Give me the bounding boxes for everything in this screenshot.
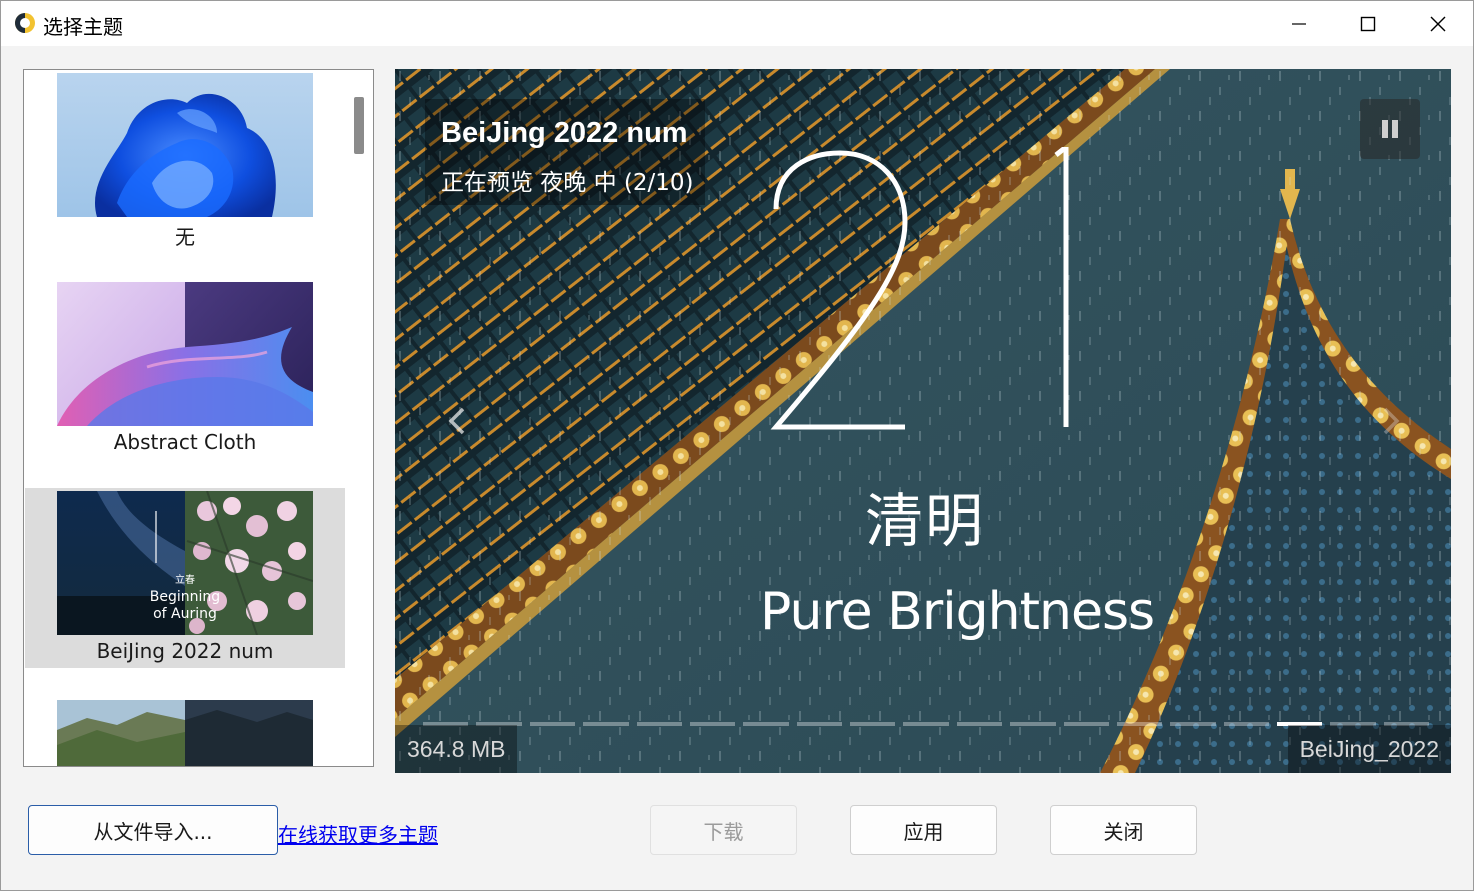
progress-segment[interactable] <box>636 722 682 726</box>
theme-item-abstract-cloth[interactable]: Abstract Cloth <box>25 279 345 459</box>
theme-folder-name: BeiJing_2022 <box>1287 725 1451 773</box>
minimize-icon <box>1292 22 1306 25</box>
theme-size: 364.8 MB <box>395 725 518 773</box>
app-icon <box>15 13 35 33</box>
thumbnail-text-cn: 立春 <box>175 573 195 586</box>
theme-label: Abstract Cloth <box>113 430 257 454</box>
theme-label: 无 <box>175 225 195 249</box>
slide-progress <box>423 722 1430 726</box>
progress-segment[interactable] <box>850 722 896 726</box>
progress-segment[interactable] <box>956 722 1003 726</box>
progress-segment[interactable] <box>689 722 736 726</box>
window-title: 选择主题 <box>43 15 123 39</box>
pause-button[interactable] <box>1360 99 1420 159</box>
theme-preview: BeiJing 2022 num 正在预览 夜晚 中 (2/10) 清明 Pur… <box>395 69 1451 773</box>
pause-icon <box>1382 120 1398 138</box>
apply-button[interactable]: 应用 <box>850 805 997 855</box>
progress-segment[interactable] <box>1116 722 1163 726</box>
preview-theme-title: BeiJing 2022 num <box>441 117 688 149</box>
progress-segment[interactable] <box>1010 722 1056 726</box>
theme-item-landscape[interactable] <box>25 697 345 766</box>
theme-list[interactable]: 无 Abstract Cloth 立春 Beginning of Auring … <box>23 69 374 767</box>
close-icon <box>1430 16 1446 31</box>
minimize-button[interactable] <box>1264 1 1334 46</box>
theme-thumbnail <box>57 73 313 217</box>
previous-arrow-icon[interactable] <box>443 403 473 439</box>
next-arrow-icon[interactable] <box>1375 403 1405 439</box>
thumbnail-text-en1: Beginning <box>150 589 220 605</box>
progress-segment[interactable] <box>1170 722 1216 726</box>
progress-segment[interactable] <box>1223 722 1269 726</box>
preview-info-box: BeiJing 2022 num 正在预览 夜晚 中 (2/10) <box>425 99 705 205</box>
progress-segment[interactable] <box>1063 722 1109 726</box>
progress-segment[interactable] <box>903 722 949 726</box>
solar-term-cn: 清明 <box>865 487 986 555</box>
solar-term-en: Pure Brightness <box>760 582 1155 642</box>
maximize-button[interactable] <box>1333 1 1403 46</box>
theme-dialog: 选择主题 无 Abstract Cloth 立春 Beginning of Au… <box>0 0 1474 891</box>
theme-thumbnail <box>57 700 313 766</box>
scrollbar-thumb[interactable] <box>354 97 364 154</box>
theme-item-none[interactable]: 无 <box>25 70 345 250</box>
preview-status: 正在预览 夜晚 中 (2/10) <box>441 170 694 196</box>
progress-segment[interactable] <box>529 722 576 726</box>
thumbnail-text-en2: of Auring <box>153 606 217 622</box>
theme-thumbnail <box>57 282 313 426</box>
theme-thumbnail: 立春 Beginning of Auring <box>57 491 313 635</box>
list-scrollbar[interactable] <box>347 70 373 766</box>
download-button[interactable]: 下载 <box>650 805 797 855</box>
progress-segment[interactable] <box>583 722 629 726</box>
theme-item-beijing-2022-num[interactable]: 立春 Beginning of Auring BeiJing 2022 num <box>25 488 345 668</box>
maximize-icon <box>1360 16 1376 31</box>
progress-segment[interactable] <box>796 722 842 726</box>
close-window-button[interactable] <box>1403 1 1473 46</box>
clock-digits <box>770 147 1069 430</box>
import-from-file-button[interactable]: 从文件导入... <box>28 805 278 855</box>
progress-segment[interactable] <box>743 722 789 726</box>
theme-label: BeiJing 2022 num <box>96 639 274 663</box>
title-bar: 选择主题 <box>1 1 1473 46</box>
get-more-themes-link[interactable]: 在线获取更多主题 <box>278 819 438 848</box>
close-button[interactable]: 关闭 <box>1050 805 1197 855</box>
